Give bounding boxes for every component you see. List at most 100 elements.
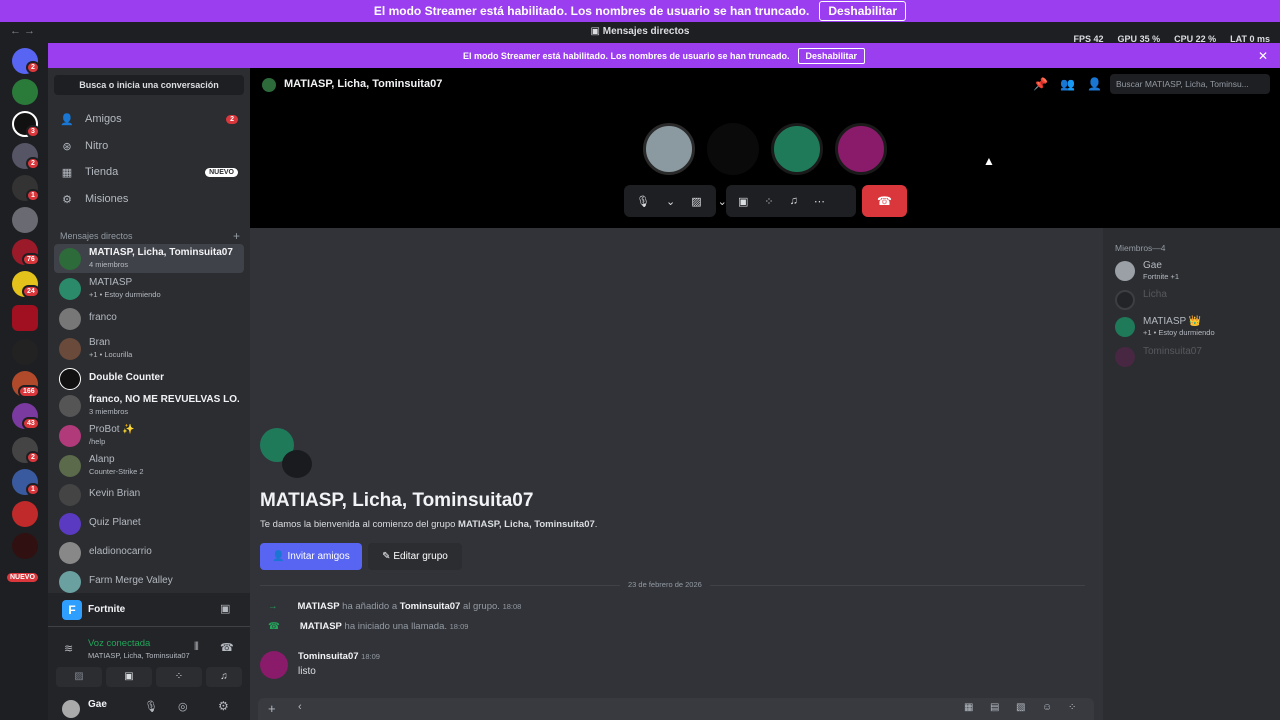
dm-item[interactable]: eladionocarrio xyxy=(54,538,244,567)
avatar[interactable] xyxy=(62,700,80,718)
soundboard-icon[interactable]: ♫ xyxy=(790,195,798,207)
dm-item[interactable]: franco xyxy=(54,304,244,333)
server-icon[interactable] xyxy=(12,207,38,233)
member-item[interactable]: MATIASP 👑 +1 • Estoy durmiendo xyxy=(1115,314,1275,340)
dm-item[interactable]: Quiz Planet xyxy=(54,509,244,538)
participant-tile[interactable] xyxy=(771,123,823,175)
member-item[interactable]: Gae Fortnite +1 xyxy=(1115,258,1275,284)
divider xyxy=(48,626,250,627)
member-name: Tominsuita07 xyxy=(1143,346,1202,357)
dm-name: franco xyxy=(89,312,117,323)
sticker-icon[interactable]: ▧ xyxy=(1016,702,1025,713)
dm-name: Alanp xyxy=(89,454,115,465)
dm-name: eladionocarrio xyxy=(89,546,152,557)
guild-badge: 2 xyxy=(26,61,40,74)
add-icon[interactable]: + xyxy=(268,701,276,716)
dm-item[interactable]: Bran +1 • Locurilla xyxy=(54,334,244,363)
nav-nitro[interactable]: ⊛ Nitro xyxy=(54,134,244,158)
activities-button[interactable]: ⁘ xyxy=(156,667,202,687)
disconnect-icon[interactable]: ☎ xyxy=(220,641,234,654)
fortnite-icon: F xyxy=(62,600,82,620)
nav-nitro-label: Nitro xyxy=(85,140,109,152)
message-composer[interactable]: + ‹ ▦ ▤ ▧ ☺ ⁘ xyxy=(258,698,1094,720)
settings-icon[interactable]: ⚙ xyxy=(218,699,229,713)
emoji-icon[interactable]: ☺ xyxy=(1042,702,1052,713)
headset-icon[interactable]: ◎ xyxy=(178,700,188,713)
server-icon[interactable] xyxy=(12,339,38,365)
call-area: MATIASP, Licha, Tominsuita07 📌 👥 👤 Busca… xyxy=(250,68,1280,228)
participant-tile[interactable] xyxy=(835,123,887,175)
guild-badge: 24 xyxy=(22,285,40,298)
disable-streamer-button[interactable]: Deshabilitar xyxy=(819,1,907,21)
camera-off-icon[interactable]: ▨ xyxy=(691,195,701,208)
edit-group-button[interactable]: ✎ Editar grupo xyxy=(368,543,462,570)
chevron-down-icon[interactable]: ⌄ xyxy=(666,195,675,208)
dm-item[interactable]: MATIASP, Licha, Tominsuita07 4 miembros xyxy=(54,244,244,273)
dm-item[interactable]: franco, NO ME REVUELVAS LO... 3 miembros xyxy=(54,391,244,420)
participant-tile[interactable] xyxy=(707,123,759,175)
new-badge: NUEVO xyxy=(5,571,40,584)
dm-sub: 3 miembros xyxy=(89,407,129,416)
screenshare-button[interactable]: ▣ xyxy=(106,667,152,687)
disable-streamer-inner-button[interactable]: Deshabilitar xyxy=(797,47,866,64)
sys-target[interactable]: Tominsuita07 xyxy=(400,601,461,612)
search-input[interactable]: Buscar MATIASP, Licha, Tominsu... xyxy=(1110,74,1270,94)
server-icon[interactable] xyxy=(12,305,38,331)
dm-item[interactable]: Farm Merge Valley xyxy=(54,567,244,596)
create-dm-icon[interactable]: + xyxy=(233,229,240,243)
close-icon[interactable]: ✕ xyxy=(1258,49,1268,63)
search-input[interactable]: Busca o inicia una conversación xyxy=(54,75,244,95)
server-icon[interactable] xyxy=(12,533,38,559)
sys-text: ha iniciado una llamada. xyxy=(341,621,450,632)
dm-item[interactable]: Double Counter xyxy=(54,364,244,393)
gif-icon[interactable]: ▤ xyxy=(990,702,999,713)
welcome-suffix: . xyxy=(594,519,598,530)
camera-button[interactable]: ▨ xyxy=(56,667,102,687)
screenshare-icon[interactable]: ▣ xyxy=(738,195,748,208)
mic-icon[interactable]: 🎙 xyxy=(144,700,158,713)
more-icon[interactable]: ⋯ xyxy=(814,195,825,208)
chevron-left-icon[interactable]: ‹ xyxy=(298,701,302,713)
voice-channel[interactable]: MATIASP, Licha, Tominsuita07 xyxy=(88,651,190,660)
dm-name: franco, NO ME REVUELVAS LO... xyxy=(89,394,239,405)
add-friend-icon[interactable]: 👥 xyxy=(1060,77,1075,91)
activity-icon[interactable]: ▣ xyxy=(220,602,230,615)
invite-friends-button[interactable]: 👤 Invitar amigos xyxy=(260,543,362,570)
nav-quests[interactable]: ⚙ Misiones xyxy=(54,187,244,211)
member-sub: +1 • Estoy durmiendo xyxy=(1143,328,1215,337)
server-icon[interactable] xyxy=(12,79,38,105)
dm-name: Double Counter xyxy=(89,372,164,383)
streamer-banner-inner-text: El modo Streamer está habilitado. Los no… xyxy=(462,50,790,61)
avatar xyxy=(59,308,81,330)
voice-status: Voz conectada xyxy=(88,638,151,649)
avatar[interactable] xyxy=(260,651,288,679)
avatar xyxy=(1115,347,1135,367)
member-item[interactable]: Licha xyxy=(1115,287,1275,313)
participant-tile[interactable] xyxy=(643,123,695,175)
member-list-icon[interactable]: 👤 xyxy=(1087,77,1102,91)
activities-icon[interactable]: ⁘ xyxy=(764,195,773,208)
hangup-button[interactable]: ☎ xyxy=(862,185,907,217)
nav-shop[interactable]: ▦ Tienda NUEVO xyxy=(54,160,244,184)
gift-icon[interactable]: ▦ xyxy=(964,702,973,713)
mic-icon[interactable]: 🎙 xyxy=(636,195,650,208)
author-name[interactable]: Tominsuita07 xyxy=(298,651,359,662)
dm-item[interactable]: ProBot ✨ /help xyxy=(54,421,244,450)
dm-item[interactable]: MATIASP +1 • Estoy durmiendo xyxy=(54,274,244,303)
voice-panel: F Fortnite ▣ ≋ Voz conectada MATIASP, Li… xyxy=(48,593,250,695)
apps-icon[interactable]: ⁘ xyxy=(1068,702,1076,713)
nav-friends[interactable]: 👤 Amigos 2 xyxy=(54,107,244,131)
header-icons: 📌 👥 👤 xyxy=(1033,77,1102,91)
dm-item[interactable]: Kevin Brian xyxy=(54,480,244,509)
streamer-banner-inner: El modo Streamer está habilitado. Los no… xyxy=(48,43,1280,68)
dm-item[interactable]: Alanp Counter-Strike 2 xyxy=(54,451,244,480)
pin-icon[interactable]: 📌 xyxy=(1033,77,1048,91)
nav-friends-label: Amigos xyxy=(85,113,122,125)
sys-user[interactable]: MATIASP xyxy=(300,621,342,632)
server-icon[interactable] xyxy=(12,501,38,527)
member-item[interactable]: Tominsuita07 xyxy=(1115,344,1275,370)
sys-user[interactable]: MATIASP xyxy=(298,601,340,612)
soundboard-button[interactable]: ♫ xyxy=(206,667,242,687)
noise-icon[interactable]: ⦀ xyxy=(194,641,199,654)
new-tag: NUEVO xyxy=(205,167,238,177)
